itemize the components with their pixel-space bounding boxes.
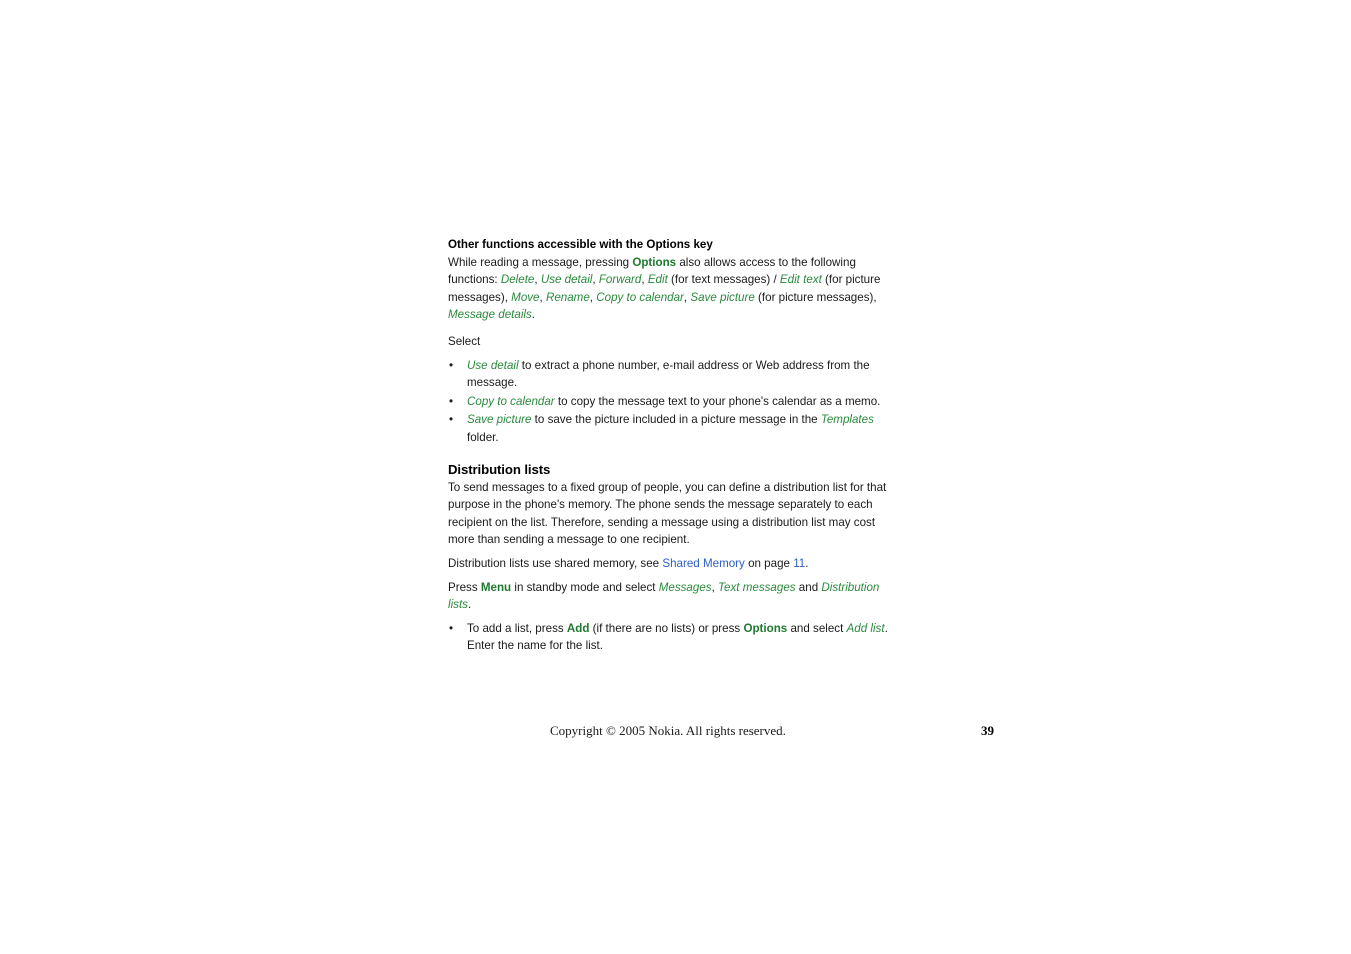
page-footer: Copyright © 2005 Nokia. All rights reser… xyxy=(448,722,994,740)
heading-distribution-lists: Distribution lists xyxy=(448,461,551,477)
text-run: Distribution lists use shared memory, se… xyxy=(448,556,663,570)
ui-key-menu: Menu xyxy=(480,580,512,594)
list-item: • Use detail to extract a phone number, e… xyxy=(448,357,903,392)
ui-item-text-messages: Text messages xyxy=(718,580,796,594)
text-run: . xyxy=(531,308,536,322)
paragraph-shared-memory: Distribution lists use shared memory, se… xyxy=(448,555,903,573)
text-run: (for text messages) / xyxy=(667,273,780,287)
page-content: Other functions accessible with the Opti… xyxy=(448,236,903,656)
text-run: to extract a phone number, e-mail addres… xyxy=(467,358,870,390)
label-select: Select xyxy=(448,334,481,348)
document-page: { "document": { "type": "user-guide-page… xyxy=(0,0,1351,954)
text-run: . xyxy=(467,598,472,612)
bullet-icon: • xyxy=(449,358,454,372)
text-run: to save the picture included in a pictur… xyxy=(531,413,821,427)
ui-item-edit: Edit xyxy=(647,273,668,287)
footer-page-number: 39 xyxy=(981,723,994,738)
text-run: . xyxy=(805,556,809,570)
ui-item-templates: Templates xyxy=(820,413,874,427)
text-run: (if there are no lists) or press xyxy=(589,621,744,635)
ui-item-message-details: Message details xyxy=(448,308,532,322)
ui-key-options: Options xyxy=(632,255,677,269)
text-run: and xyxy=(795,580,822,594)
ui-item-use-detail: Use detail xyxy=(467,358,519,372)
text-run: To add a list, press xyxy=(467,621,567,635)
link-page-11[interactable]: 11 xyxy=(793,557,805,570)
footer-copyright: Copyright © 2005 Nokia. All rights reser… xyxy=(550,723,786,738)
ui-item-rename: Rename xyxy=(545,290,590,304)
ui-item-copy-to-calendar: Copy to calendar xyxy=(596,290,684,304)
ui-item-delete: Delete xyxy=(500,273,535,287)
ui-item-use-detail: Use detail xyxy=(540,273,593,287)
ui-item-forward: Forward xyxy=(598,273,642,287)
ui-item-messages: Messages xyxy=(658,580,712,594)
text-run: (for picture messages), xyxy=(754,290,877,304)
text-run: folder. xyxy=(467,430,499,444)
paragraph-menu-path: Press Menu in standby mode and select Me… xyxy=(448,579,903,614)
link-shared-memory[interactable]: Shared Memory xyxy=(662,557,744,570)
ui-item-save-picture: Save picture xyxy=(690,290,755,304)
list-select-options: • Use detail to extract a phone number, e… xyxy=(448,357,903,447)
text-run: to copy the message text to your phone's… xyxy=(554,394,881,408)
list-item: • Copy to calendar to copy the message te… xyxy=(448,393,903,411)
text-run: in standby mode and select xyxy=(511,580,659,594)
ui-key-options: Options xyxy=(743,621,788,635)
text-run: Press xyxy=(448,580,481,594)
bullet-icon: • xyxy=(449,413,454,427)
heading-other-functions: Other functions accessible with the Opti… xyxy=(448,238,713,251)
list-distribution-steps: • To add a list, press Add (if there are … xyxy=(448,620,903,655)
bullet-icon: • xyxy=(449,394,454,408)
ui-item-save-picture: Save picture xyxy=(467,413,532,427)
paragraph-distribution-intro: To send messages to a fixed group of peo… xyxy=(448,480,887,547)
paragraph-options-intro: While reading a message, pressing Option… xyxy=(448,254,903,324)
ui-item-edit-text: Edit text xyxy=(779,273,822,287)
ui-key-add: Add xyxy=(566,621,590,635)
bullet-icon: • xyxy=(449,621,454,635)
text-run: on page xyxy=(744,556,794,570)
ui-item-add-list: Add list xyxy=(846,621,885,635)
ui-item-move: Move xyxy=(511,290,540,304)
text-run: and select xyxy=(787,621,847,635)
list-item: • Save picture to save the picture includ… xyxy=(448,411,903,446)
ui-item-copy-to-calendar: Copy to calendar xyxy=(467,394,555,408)
list-item: • To add a list, press Add (if there are … xyxy=(448,620,903,655)
text-run: While reading a message, pressing xyxy=(448,255,633,269)
